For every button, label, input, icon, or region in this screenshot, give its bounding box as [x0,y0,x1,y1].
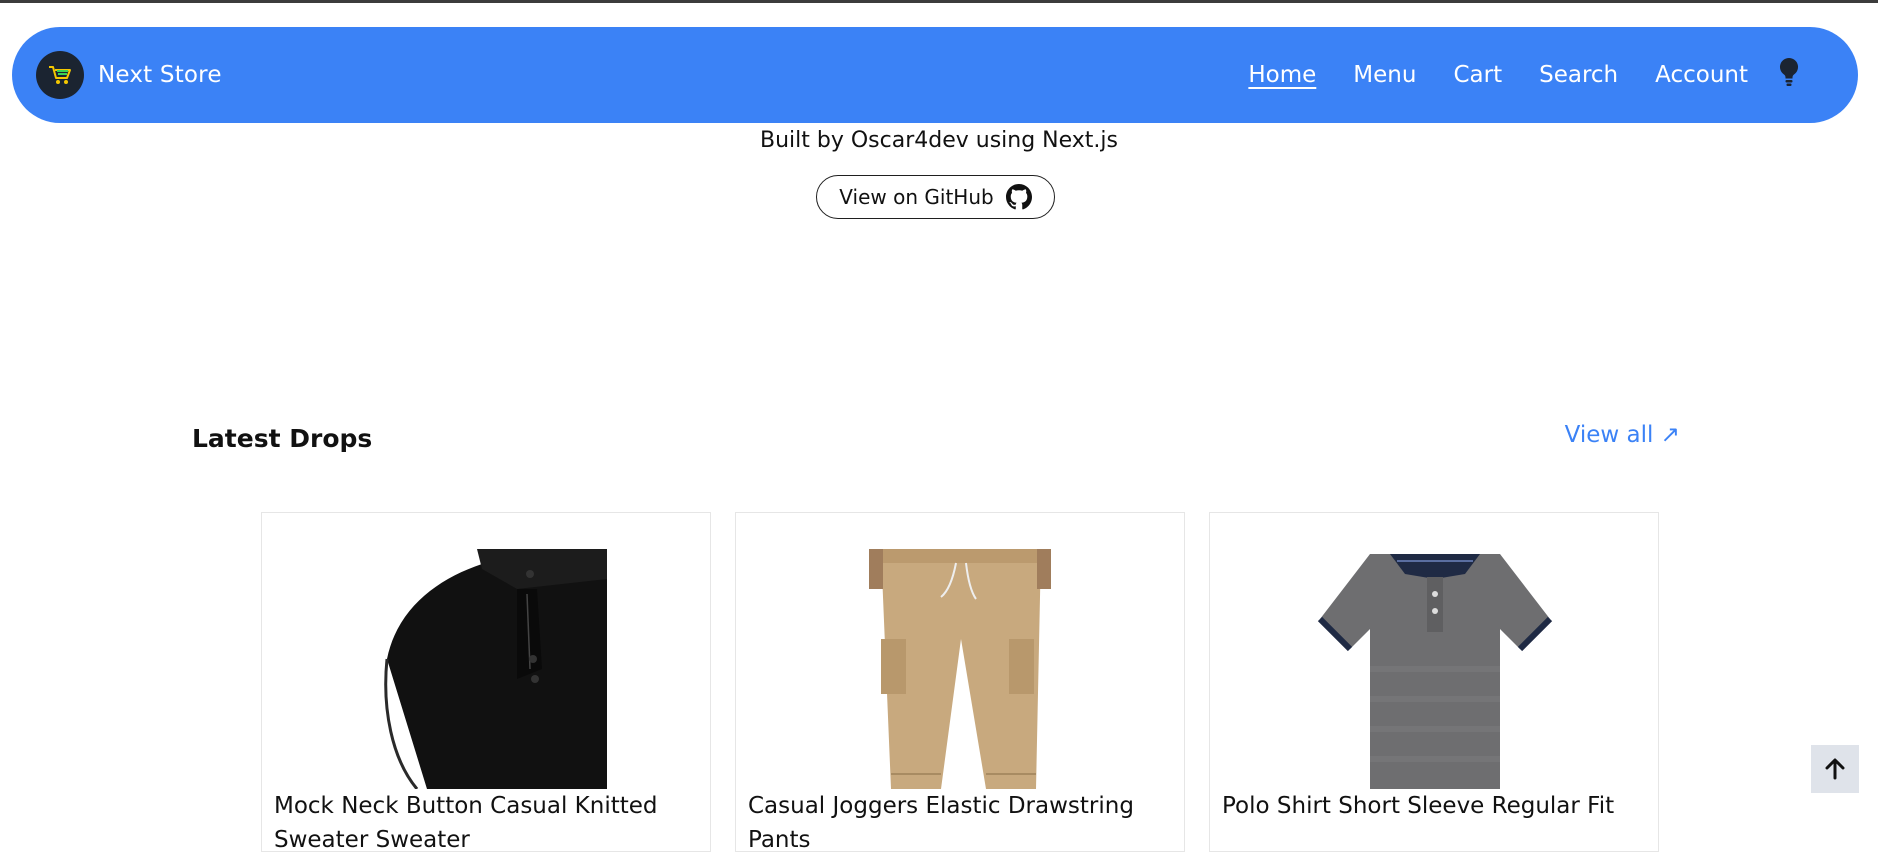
product-image-polo [1315,549,1555,789]
view-all-link[interactable]: View all ↗ [1565,422,1680,448]
nav-link-search[interactable]: Search [1539,62,1618,88]
view-on-github-button[interactable]: View on GitHub [816,175,1055,219]
product-image-joggers [841,549,1081,789]
product-card[interactable]: Polo Shirt Short Sleeve Regular Fit [1209,512,1659,852]
arrow-up-icon [1825,758,1845,780]
product-title: Casual Joggers Elastic Drawstring Pants [748,793,1134,852]
product-card[interactable]: Casual Joggers Elastic Drawstring Pants [735,512,1185,852]
product-title: Mock Neck Button Casual Knitted Sweater … [274,793,658,852]
github-icon [1005,184,1032,210]
cart-icon [36,51,84,99]
nav-link-account[interactable]: Account [1655,62,1748,88]
product-image-sweater [367,549,607,790]
back-to-top-button[interactable] [1811,745,1859,793]
built-by-credit: Built by Oscar4dev using Next.js [759,128,1118,153]
nav-links: Home Menu Cart Search Account [1211,27,1800,123]
brand-home-link[interactable]: Next Store [36,51,222,99]
github-button-label: View on GitHub [839,185,994,209]
nav-link-menu[interactable]: Menu [1353,62,1416,88]
lightbulb-icon[interactable] [1778,57,1800,87]
product-title: Polo Shirt Short Sleeve Regular Fit [1222,793,1615,819]
product-card[interactable]: Mock Neck Button Casual Knitted Sweater … [261,512,711,852]
window-top-border [0,0,1878,3]
brand-name: Next Store [98,62,222,88]
nav-link-cart[interactable]: Cart [1453,62,1502,88]
latest-drops-title: Latest Drops [192,424,373,453]
nav-link-home[interactable]: Home [1248,62,1316,88]
navbar: Next Store Home Menu Cart Search Account [12,27,1858,123]
